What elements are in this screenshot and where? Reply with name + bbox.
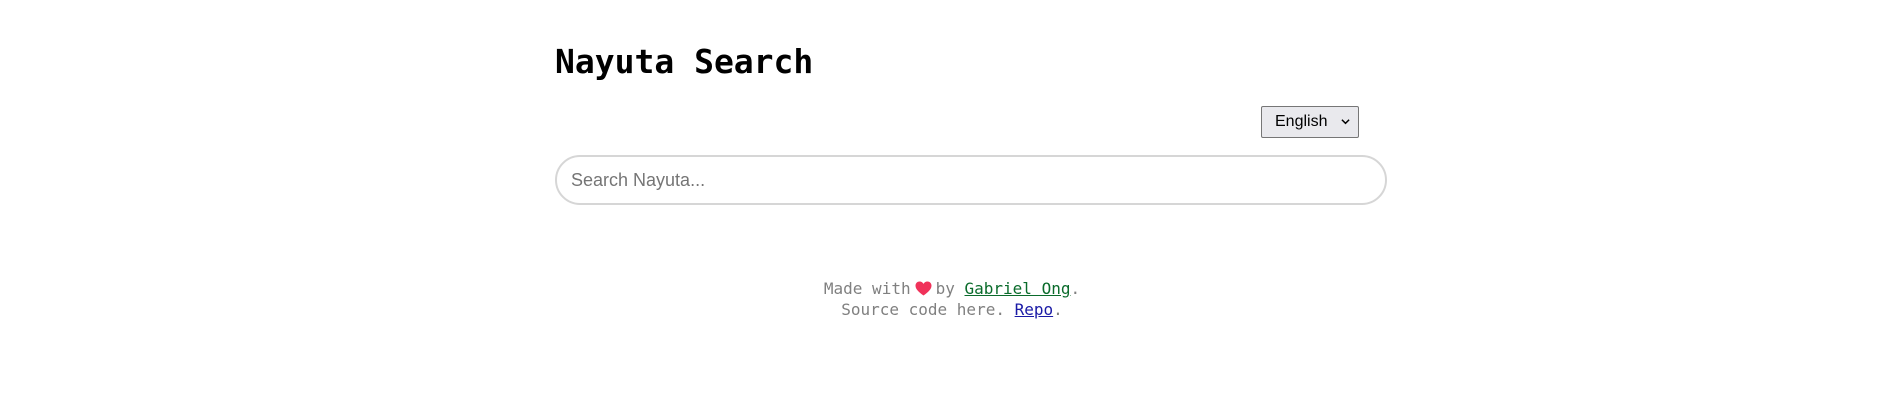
made-with-text: Made with <box>823 279 911 298</box>
heart-icon <box>915 281 932 296</box>
page-title: Nayuta Search <box>555 42 814 81</box>
repo-link[interactable]: Repo <box>1015 300 1054 319</box>
language-select-value: English <box>1275 113 1328 130</box>
author-link[interactable]: Gabriel Ong <box>965 279 1071 298</box>
language-select[interactable]: English <box>1261 106 1359 138</box>
footer-credit-line: Made with by Gabriel Ong. <box>0 278 1904 299</box>
footer: Made with by Gabriel Ong. Source code her… <box>0 278 1904 320</box>
by-text: by <box>935 279 955 298</box>
credit-period: . <box>1070 279 1081 298</box>
source-period: . <box>1053 300 1063 319</box>
search-box[interactable] <box>555 155 1387 205</box>
source-code-text: Source code here. <box>841 300 1005 319</box>
chevron-down-icon <box>1341 119 1350 125</box>
search-input[interactable] <box>569 168 1385 192</box>
footer-source-line: Source code here. Repo. <box>0 299 1904 320</box>
